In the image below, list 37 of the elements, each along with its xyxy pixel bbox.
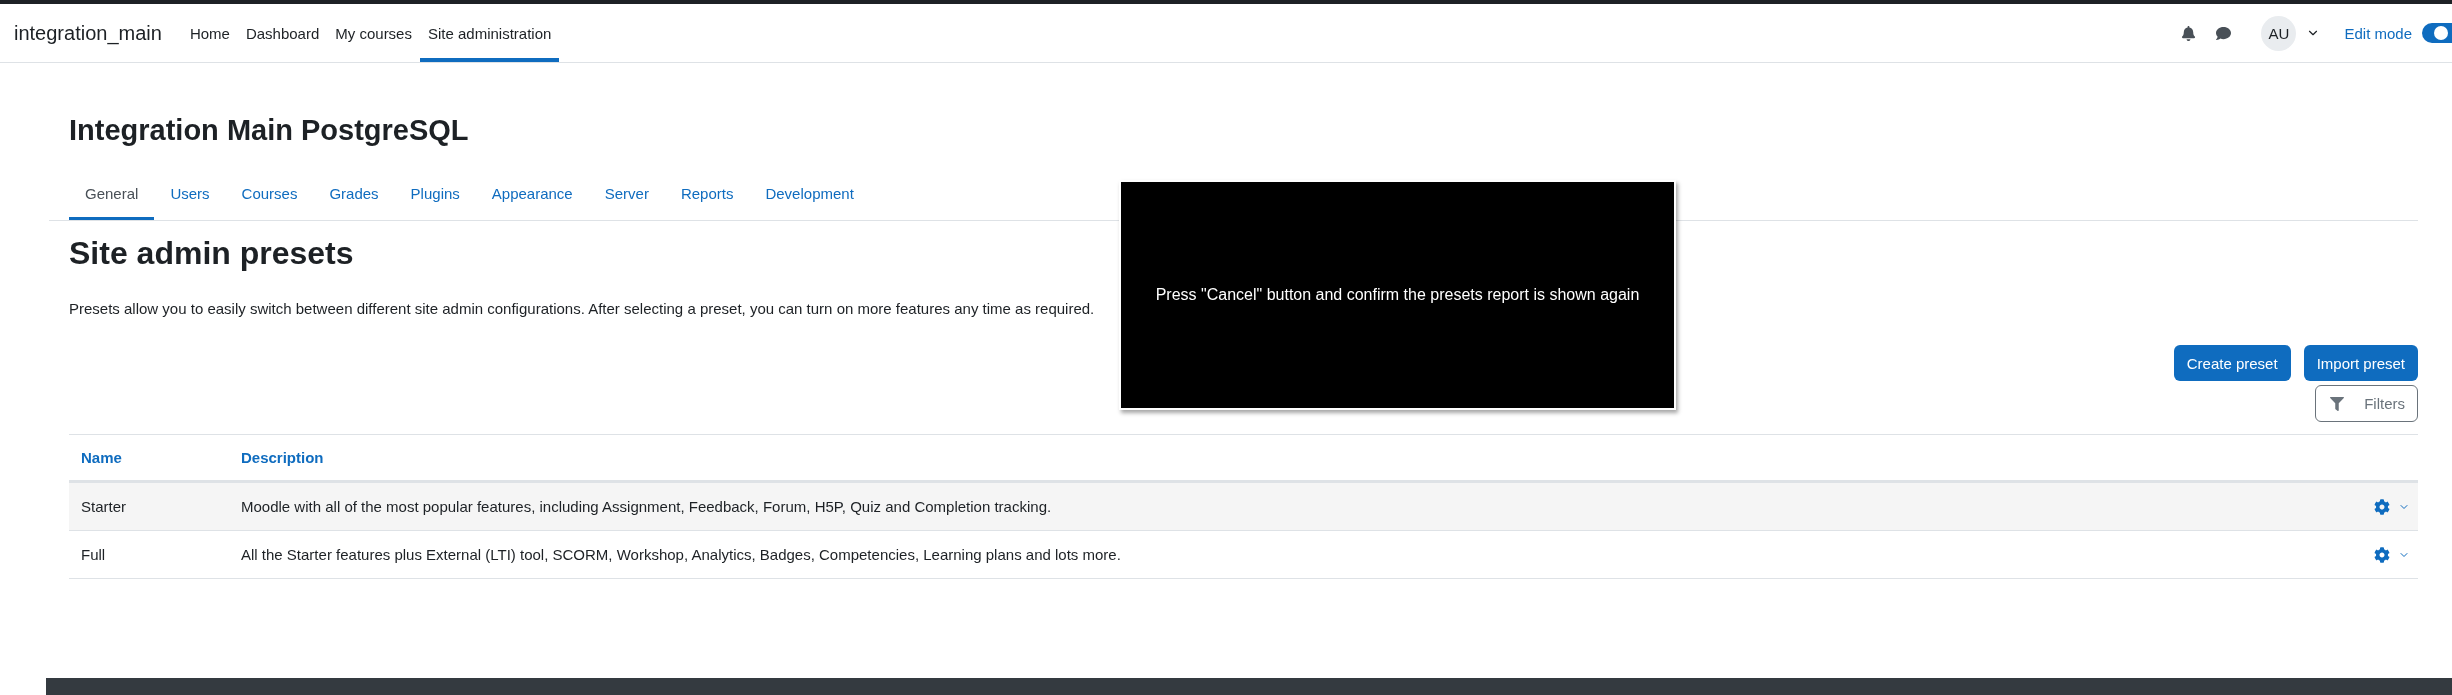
gear-icon <box>2374 498 2390 515</box>
tab[interactable]: General <box>69 174 155 220</box>
table-cell-text: Full <box>80 546 107 564</box>
action-button[interactable]: Import preset <box>2303 345 2418 382</box>
nav-link[interactable]: Home <box>181 4 238 62</box>
nav-link[interactable]: Site administration <box>419 4 560 62</box>
gear-icon <box>2374 546 2390 563</box>
nav-link[interactable]: My courses <box>327 4 420 62</box>
actions-menu[interactable] <box>2374 546 2410 563</box>
column-header[interactable]: Name <box>69 449 229 467</box>
tab[interactable]: Plugins <box>394 174 476 220</box>
tab[interactable]: Appearance <box>475 174 589 220</box>
edit-mode-switch[interactable] <box>2422 23 2452 43</box>
site-name[interactable]: integration_main <box>14 4 162 62</box>
bell-icon[interactable] <box>2181 25 2197 41</box>
column-header[interactable]: Description <box>229 449 2358 467</box>
tab[interactable]: Server <box>588 174 665 220</box>
speech-bubble-icon[interactable] <box>2216 25 2232 41</box>
actions-menu[interactable] <box>2374 498 2410 515</box>
action-button[interactable]: Create preset <box>2173 345 2291 382</box>
overlay-message: Press "Cancel" button and confirm the presets report is shown again <box>1155 286 1640 304</box>
table-cell-text: All the Starter features plus External (LTI) tool, SCORM, Workshop, Analytics, Badges, Competencies, Learning plans and lots more. <box>240 546 1122 564</box>
nav-link[interactable]: Dashboard <box>237 4 328 62</box>
user-avatar[interactable]: AU <box>2261 15 2297 51</box>
filter-icon <box>2330 396 2345 411</box>
tab[interactable]: Users <box>154 174 226 220</box>
filters-button[interactable]: Filters <box>2315 385 2418 423</box>
table-cell-text: Moodle with all of the most popular features, including Assignment, Feedback, Forum, H5P, Quiz and Completion tracking. <box>240 498 1053 516</box>
page-title: Integration Main PostgreSQL <box>69 113 470 148</box>
table-cell-text: Starter <box>80 498 127 516</box>
tab[interactable]: Courses <box>225 174 314 220</box>
tab[interactable]: Grades <box>313 174 395 220</box>
edit-mode-label: Edit mode <box>2344 24 2412 42</box>
intro-text: Presets allow you to easily switch between different site admin configurations. After selecting a preset, you can turn on more features any time as required. <box>69 300 1096 318</box>
section-heading: Site admin presets <box>69 233 355 273</box>
tab[interactable]: Reports <box>664 174 750 220</box>
tab[interactable]: Development <box>749 174 870 220</box>
